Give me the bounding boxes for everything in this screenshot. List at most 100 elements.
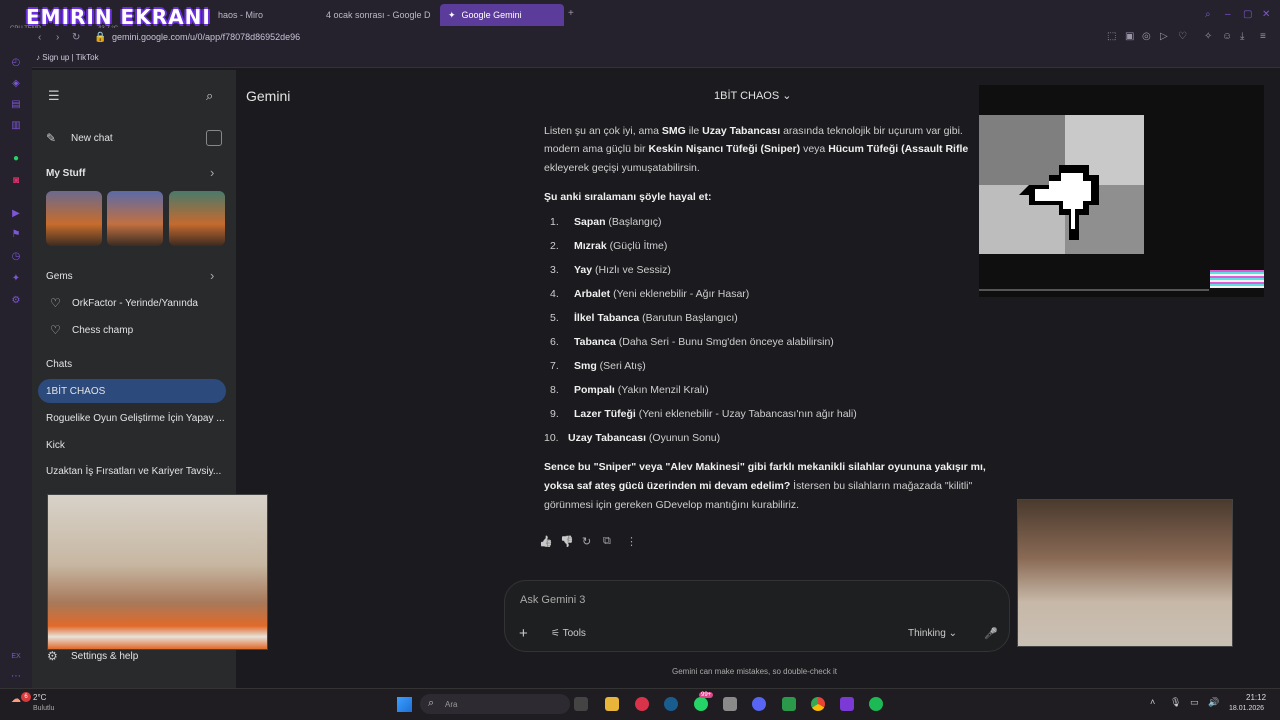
bookmarks-icon[interactable]: ⚑ bbox=[10, 229, 22, 241]
clock-time[interactable]: 21:12 bbox=[1246, 693, 1266, 702]
tab-gemini[interactable]: ✦ Google Gemini bbox=[440, 4, 564, 26]
heart-icon[interactable]: ♡ bbox=[1178, 31, 1187, 42]
settings-icon: ⚙ bbox=[47, 649, 58, 663]
steam-icon[interactable] bbox=[664, 697, 678, 711]
tools-label: Tools bbox=[562, 628, 586, 639]
opera-gx-icon[interactable] bbox=[635, 697, 649, 711]
screenshot-icon[interactable]: ▣ bbox=[1125, 31, 1134, 42]
weather-desc[interactable]: Bulutlu bbox=[33, 705, 54, 712]
maximize-icon[interactable]: ▢ bbox=[1243, 9, 1252, 20]
gem-icon: ♡ bbox=[50, 323, 61, 337]
mode-selector[interactable]: Thinking ⌄ bbox=[908, 628, 957, 639]
response-paragraph-line: Sence bu "Sniper" veya "Alev Makinesi" g… bbox=[544, 461, 986, 473]
app-icon[interactable] bbox=[782, 697, 796, 711]
sidebar-toggle-icon[interactable] bbox=[206, 130, 222, 146]
back-icon[interactable]: ‹ bbox=[38, 32, 41, 43]
settings-icon[interactable] bbox=[723, 697, 737, 711]
extensions-icon[interactable]: ✧ bbox=[1204, 31, 1212, 42]
minimize-icon[interactable]: – bbox=[1225, 9, 1231, 20]
my-stuff-thumbnail[interactable] bbox=[46, 191, 102, 246]
close-icon[interactable]: ✕ bbox=[1262, 9, 1270, 20]
list-item: 6. Tabanca (Daha Seri - Bunu Smg'den önce… bbox=[550, 336, 834, 348]
my-stuff-header[interactable]: My Stuff bbox=[46, 168, 85, 179]
url-field[interactable]: gemini.google.com/u/0/app/f78078d86952de… bbox=[112, 32, 300, 42]
search-icon[interactable]: ⌕ bbox=[206, 88, 213, 104]
discord-icon[interactable] bbox=[752, 697, 766, 711]
tray-mic-icon[interactable]: 🎙 bbox=[1170, 697, 1181, 708]
search-tabs-icon[interactable]: ⌕ bbox=[1205, 9, 1211, 20]
site-info-icon[interactable]: 🔒 bbox=[94, 32, 106, 43]
spotify-icon[interactable] bbox=[869, 697, 883, 711]
app-title[interactable]: Gemini bbox=[246, 88, 290, 104]
weather-temp[interactable]: 2°C bbox=[33, 693, 46, 702]
more-options-icon[interactable]: ⋮ bbox=[626, 535, 637, 548]
tab-google-docs[interactable]: 4 ocak sonrası - Google D bbox=[312, 4, 436, 26]
gems-header[interactable]: Gems bbox=[46, 271, 73, 282]
reload-icon[interactable]: ↻ bbox=[72, 32, 80, 43]
clock-date[interactable]: 18.01.2026 bbox=[1229, 705, 1264, 712]
list-header: Şu anki sıralamanı şöyle hayal et: bbox=[544, 191, 712, 203]
windows-start-icon[interactable] bbox=[397, 697, 412, 712]
profile-icon[interactable]: ☺ bbox=[1222, 31, 1232, 42]
gem-item-chess-champ[interactable]: Chess champ bbox=[72, 325, 133, 336]
prompt-box[interactable] bbox=[504, 580, 1010, 652]
extensions-panel-icon[interactable]: ✦ bbox=[10, 273, 22, 285]
chat-title-dropdown[interactable]: 1BİT CHAOS ⌄ bbox=[714, 89, 792, 102]
chevron-right-icon[interactable]: › bbox=[210, 268, 214, 283]
thumb-down-icon[interactable]: 👎 bbox=[560, 535, 574, 548]
tab-miro[interactable]: haos - Miro bbox=[210, 4, 310, 26]
play-icon[interactable]: ▷ bbox=[1160, 31, 1168, 42]
forward-icon[interactable]: › bbox=[56, 32, 59, 43]
new-chat-button[interactable]: New chat bbox=[71, 133, 113, 144]
menu-icon[interactable]: ☰ bbox=[48, 88, 60, 104]
my-stuff-thumbnail[interactable] bbox=[169, 191, 225, 246]
regenerate-icon[interactable]: ↻ bbox=[582, 535, 591, 548]
my-stuff-thumbnail[interactable] bbox=[107, 191, 163, 246]
extension-icon[interactable]: ⬚ bbox=[1107, 31, 1116, 42]
aria-icon[interactable]: ◴ bbox=[10, 57, 22, 69]
weather-icon[interactable]: ☁ bbox=[11, 694, 21, 705]
volume-icon[interactable]: 🔊 bbox=[1208, 697, 1219, 708]
tools-icon: ⚟ bbox=[551, 628, 560, 639]
settings-help-button[interactable]: Settings & help bbox=[71, 651, 138, 662]
file-explorer-icon[interactable] bbox=[605, 697, 619, 711]
messenger-icon[interactable]: ▥ bbox=[10, 120, 22, 132]
easy-setup-icon[interactable]: EX bbox=[10, 651, 22, 663]
tools-button[interactable]: ⚟ Tools bbox=[551, 628, 586, 639]
chevron-down-icon: ⌄ bbox=[782, 90, 792, 102]
chat-item-kick[interactable]: Kick bbox=[46, 440, 65, 451]
microphone-icon[interactable]: 🎤 bbox=[984, 627, 998, 640]
whatsapp-icon[interactable]: ● bbox=[10, 153, 22, 165]
gem-item-orkfactor[interactable]: OrkFactor - Yerinde/Yanında bbox=[72, 298, 198, 309]
settings-icon[interactable]: ⚙ bbox=[10, 295, 22, 307]
prompt-input[interactable]: Ask Gemini 3 bbox=[520, 594, 585, 606]
chat-item-uzaktan-is[interactable]: Uzaktan İş Fırsatları ve Kariyer Tavsiy.… bbox=[46, 466, 221, 477]
new-tab-button[interactable]: + bbox=[568, 8, 574, 19]
chat-item-roguelike[interactable]: Roguelike Oyun Geliştirme İçin Yapay ... bbox=[46, 413, 225, 424]
taskbar-search-box[interactable] bbox=[420, 694, 570, 714]
network-icon[interactable]: ▭ bbox=[1190, 697, 1199, 708]
camera-icon[interactable]: ◎ bbox=[1142, 31, 1151, 42]
bookmark-label: Sign up | TikTok bbox=[42, 53, 99, 62]
player-icon[interactable]: ▶ bbox=[10, 208, 22, 220]
taskbar-search-placeholder[interactable]: Ara bbox=[445, 700, 457, 709]
instagram-icon[interactable]: ◙ bbox=[10, 175, 22, 187]
menu-icon[interactable]: ≡ bbox=[1260, 31, 1266, 42]
twitch-icon[interactable]: ▤ bbox=[10, 99, 22, 111]
gdevelop-icon[interactable] bbox=[840, 697, 854, 711]
bookmark-tiktok[interactable]: ♪ Sign up | TikTok bbox=[36, 53, 99, 62]
copy-icon[interactable]: ⧉ bbox=[603, 535, 611, 548]
download-icon[interactable]: ⤓ bbox=[1240, 31, 1244, 42]
task-view-icon[interactable] bbox=[574, 697, 588, 711]
chevron-right-icon[interactable]: › bbox=[210, 165, 214, 180]
thumb-up-icon[interactable]: 👍 bbox=[539, 535, 553, 548]
gaming-icon[interactable]: ◈ bbox=[10, 78, 22, 90]
chrome-icon[interactable] bbox=[811, 697, 825, 711]
add-attachment-icon[interactable]: + bbox=[519, 625, 528, 642]
chat-item-1bit-chaos[interactable]: 1BİT CHAOS bbox=[46, 386, 105, 397]
more-icon[interactable]: ⋯ bbox=[10, 671, 22, 683]
history-icon[interactable]: ◷ bbox=[10, 251, 22, 263]
whatsapp-icon[interactable] bbox=[694, 697, 708, 711]
tray-chevron-icon[interactable]: ˄ bbox=[1150, 697, 1155, 707]
list-item: 4. Arbalet (Yeni eklenebilir - Ağır Hasar… bbox=[550, 288, 750, 300]
